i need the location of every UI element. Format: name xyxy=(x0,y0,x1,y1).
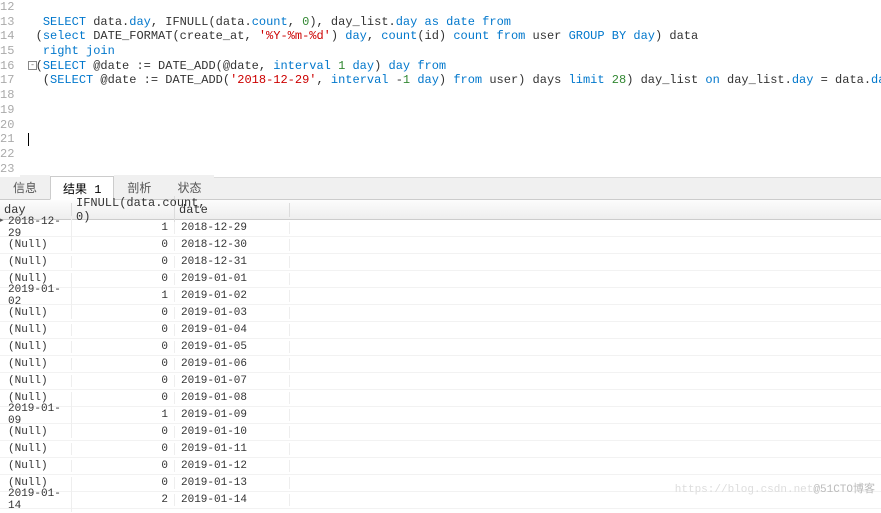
code-line[interactable]: (select DATE_FORMAT(create_at, '%Y-%m-%d… xyxy=(28,29,881,44)
cell-date[interactable]: 2019-01-03 xyxy=(175,307,290,319)
code-line[interactable]: (SELECT @date := DATE_ADD('2018-12-29', … xyxy=(28,73,881,88)
cell-day[interactable]: (Null) xyxy=(0,460,72,472)
cell-count[interactable]: 0 xyxy=(72,392,175,404)
line-number: 12 xyxy=(0,0,14,15)
cell-count[interactable]: 0 xyxy=(72,358,175,370)
cell-count[interactable]: 2 xyxy=(72,494,175,506)
cell-count[interactable]: 1 xyxy=(72,290,175,302)
line-number: 20 xyxy=(0,118,14,133)
line-number: 14 xyxy=(0,29,14,44)
cell-count[interactable]: 0 xyxy=(72,443,175,455)
cell-date[interactable]: 2018-12-30 xyxy=(175,239,290,251)
line-number: 15 xyxy=(0,44,14,59)
table-row[interactable]: 2019-01-0212019-01-02 xyxy=(0,288,881,305)
line-number: 17 xyxy=(0,73,14,88)
tab-信息[interactable]: 信息 xyxy=(0,175,50,199)
cell-count[interactable]: 0 xyxy=(72,239,175,251)
table-row[interactable]: (Null)02019-01-08 xyxy=(0,390,881,407)
cell-count[interactable]: 0 xyxy=(72,307,175,319)
cell-count[interactable]: 1 xyxy=(72,222,175,234)
line-number: 21 xyxy=(0,132,14,147)
line-number: 16 xyxy=(0,59,14,74)
cell-date[interactable]: 2019-01-07 xyxy=(175,375,290,387)
cell-date[interactable]: 2019-01-11 xyxy=(175,443,290,455)
table-row[interactable]: 2019-01-0912019-01-09 xyxy=(0,407,881,424)
cell-day[interactable]: 2019-01-09 xyxy=(0,403,72,427)
code-line[interactable] xyxy=(28,132,881,147)
table-row[interactable]: (Null)02019-01-07 xyxy=(0,373,881,390)
sql-editor[interactable]: 1213141516-17181920212223 SELECT data.da… xyxy=(0,0,881,177)
line-number: 23 xyxy=(0,162,14,177)
table-row[interactable]: (Null)02019-01-11 xyxy=(0,441,881,458)
code-line[interactable]: right join xyxy=(28,44,881,59)
code-line[interactable] xyxy=(28,162,881,177)
watermark: https://blog.csdn.net@51CTO博客 xyxy=(675,480,875,496)
col-header-count[interactable]: IFNULL(data.count, 0) xyxy=(72,196,175,224)
cell-count[interactable]: 0 xyxy=(72,324,175,336)
cell-count[interactable]: 0 xyxy=(72,460,175,472)
code-area[interactable]: SELECT data.day, IFNULL(data.count, 0), … xyxy=(20,0,881,177)
table-row[interactable]: (Null)02019-01-06 xyxy=(0,356,881,373)
table-row[interactable]: (Null)02019-01-01 xyxy=(0,271,881,288)
cell-day[interactable]: (Null) xyxy=(0,358,72,370)
cell-date[interactable]: 2018-12-29 xyxy=(175,222,290,234)
code-line[interactable] xyxy=(28,118,881,133)
cell-day[interactable]: (Null) xyxy=(0,239,72,251)
table-row[interactable]: (Null)02019-01-10 xyxy=(0,424,881,441)
result-grid-header: day IFNULL(data.count, 0) date xyxy=(0,200,881,220)
code-line[interactable] xyxy=(28,147,881,162)
cell-date[interactable]: 2019-01-10 xyxy=(175,426,290,438)
code-line[interactable] xyxy=(28,0,881,15)
cell-count[interactable]: 0 xyxy=(72,477,175,489)
line-number: 22 xyxy=(0,147,14,162)
line-number: 19 xyxy=(0,103,14,118)
code-line[interactable]: (SELECT @date := DATE_ADD(@date, interva… xyxy=(28,59,881,74)
cell-day[interactable]: (Null) xyxy=(0,426,72,438)
cell-date[interactable]: 2019-01-06 xyxy=(175,358,290,370)
cell-count[interactable]: 0 xyxy=(72,375,175,387)
text-cursor xyxy=(28,133,29,146)
table-row[interactable]: (Null)02019-01-05 xyxy=(0,339,881,356)
cell-day[interactable]: (Null) xyxy=(0,324,72,336)
col-header-date[interactable]: date xyxy=(175,203,290,217)
table-row[interactable]: (Null)02018-12-30 xyxy=(0,237,881,254)
cell-date[interactable]: 2019-01-02 xyxy=(175,290,290,302)
cell-day[interactable]: 2018-12-29 xyxy=(0,216,72,240)
line-number: 13 xyxy=(0,15,14,30)
col-header-day[interactable]: day xyxy=(0,203,72,217)
cell-day[interactable]: (Null) xyxy=(0,256,72,268)
line-number: 18 xyxy=(0,88,14,103)
cell-day[interactable]: (Null) xyxy=(0,443,72,455)
cell-count[interactable]: 0 xyxy=(72,426,175,438)
code-line[interactable]: SELECT data.day, IFNULL(data.count, 0), … xyxy=(28,15,881,30)
cell-count[interactable]: 0 xyxy=(72,341,175,353)
cell-day[interactable]: (Null) xyxy=(0,307,72,319)
result-grid-body[interactable]: 2018-12-2912018-12-29(Null)02018-12-30(N… xyxy=(0,220,881,509)
code-line[interactable] xyxy=(28,103,881,118)
table-row[interactable]: 2018-12-2912018-12-29 xyxy=(0,220,881,237)
cell-date[interactable]: 2019-01-05 xyxy=(175,341,290,353)
table-row[interactable]: (Null)02019-01-03 xyxy=(0,305,881,322)
table-row[interactable]: (Null)02018-12-31 xyxy=(0,254,881,271)
cell-date[interactable]: 2019-01-14 xyxy=(175,494,290,506)
cell-date[interactable]: 2019-01-08 xyxy=(175,392,290,404)
cell-day[interactable]: 2019-01-02 xyxy=(0,284,72,308)
cell-date[interactable]: 2019-01-01 xyxy=(175,273,290,285)
cell-date[interactable]: 2019-01-13 xyxy=(175,477,290,489)
cell-date[interactable]: 2019-01-09 xyxy=(175,409,290,421)
line-gutter: 1213141516-17181920212223 xyxy=(0,0,20,177)
cell-count[interactable]: 0 xyxy=(72,273,175,285)
code-line[interactable] xyxy=(28,88,881,103)
table-row[interactable]: (Null)02019-01-12 xyxy=(0,458,881,475)
table-row[interactable]: (Null)02019-01-04 xyxy=(0,322,881,339)
cell-date[interactable]: 2019-01-04 xyxy=(175,324,290,336)
cell-date[interactable]: 2019-01-12 xyxy=(175,460,290,472)
cell-day[interactable]: 2019-01-14 xyxy=(0,488,72,512)
cell-count[interactable]: 0 xyxy=(72,256,175,268)
cell-count[interactable]: 1 xyxy=(72,409,175,421)
cell-day[interactable]: (Null) xyxy=(0,375,72,387)
cell-date[interactable]: 2018-12-31 xyxy=(175,256,290,268)
cell-day[interactable]: (Null) xyxy=(0,341,72,353)
